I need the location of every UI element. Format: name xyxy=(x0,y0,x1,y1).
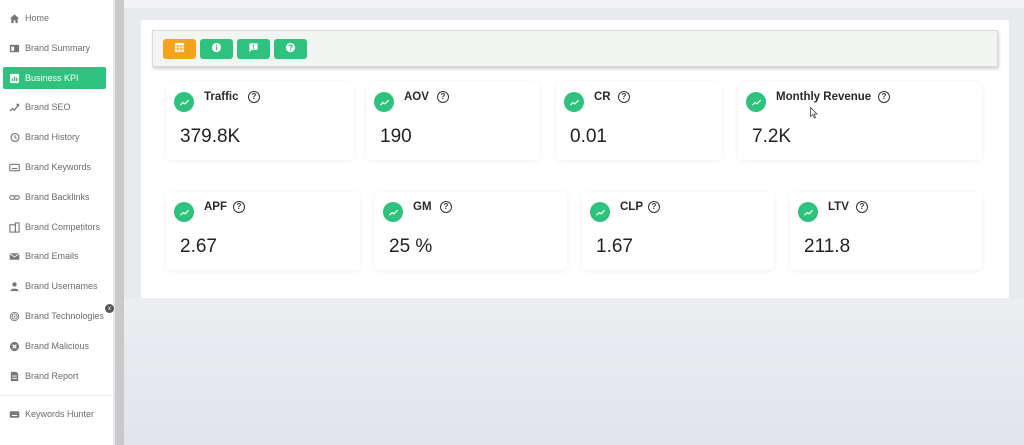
sidebar-item-label: Brand Backlinks xyxy=(25,192,90,202)
sidebar-item-label: Brand Competitors xyxy=(25,222,101,232)
help-icon[interactable]: ? xyxy=(856,201,868,213)
kpi-value: 2.67 xyxy=(180,236,217,257)
summary-icon xyxy=(9,43,20,54)
keyboard-icon xyxy=(9,162,20,173)
kpi-card-apf: APF ? 2.67 xyxy=(166,192,360,270)
grid-icon xyxy=(174,40,185,58)
kpi-value: 0.01 xyxy=(570,126,607,147)
fingerprint-icon xyxy=(9,311,20,322)
trend-up-icon xyxy=(174,202,194,222)
help-icon[interactable]: ? xyxy=(618,91,630,103)
seo-icon xyxy=(9,102,20,113)
kpi-value: 7.2K xyxy=(752,126,792,147)
competitors-icon xyxy=(9,221,20,233)
info-button[interactable] xyxy=(200,39,233,59)
help-icon[interactable]: ? xyxy=(648,201,660,213)
sidebar-item-brand-summary[interactable]: Brand Summary xyxy=(3,37,106,59)
kpi-value: 190 xyxy=(380,126,412,147)
close-circle-icon xyxy=(9,341,20,352)
home-icon xyxy=(9,13,20,24)
sidebar-item-label: Brand Malicious xyxy=(25,341,90,351)
top-strip xyxy=(124,0,1024,8)
kpi-label: APF xyxy=(204,201,227,213)
kpi-card-ltv: LTV ? 211.8 xyxy=(790,192,982,270)
kpi-value: 1.67 xyxy=(596,236,633,257)
trend-up-icon xyxy=(174,92,194,112)
history-icon xyxy=(9,132,20,143)
kpi-card-traffic: Traffic ? 379.8K xyxy=(166,82,354,160)
trend-up-icon xyxy=(590,202,610,222)
kpi-label: AOV xyxy=(404,91,429,103)
sidebar-divider xyxy=(0,395,113,396)
sidebar-item-label: Brand History xyxy=(25,132,80,142)
sidebar-item-brand-usernames[interactable]: Brand Usernames xyxy=(3,275,106,297)
sidebar-scrollbar[interactable] xyxy=(115,0,124,445)
grid-view-button[interactable] xyxy=(163,39,196,59)
sidebar-item-label: Brand Report xyxy=(25,371,79,381)
sidebar-item-home[interactable]: Home xyxy=(3,7,106,29)
sidebar-item-brand-report[interactable]: Brand Report xyxy=(3,365,106,387)
toolbar xyxy=(152,30,998,67)
help-icon[interactable]: ? xyxy=(248,91,260,103)
kpi-label: Monthly Revenue xyxy=(776,91,872,103)
trend-up-icon xyxy=(798,202,818,222)
sidebar-item-label: Brand Usernames xyxy=(25,281,98,291)
help-icon xyxy=(285,40,296,58)
kpi-card-cr: CR ? 0.01 xyxy=(556,82,722,160)
kpi-label: Traffic xyxy=(204,91,239,103)
kpi-label: LTV xyxy=(828,201,849,213)
sidebar-item-label: Business KPI xyxy=(25,73,79,83)
kpi-label: CLP xyxy=(620,201,643,213)
trend-up-icon xyxy=(374,92,394,112)
notification-badge[interactable]: x xyxy=(105,304,114,313)
sidebar-item-label: Home xyxy=(25,13,50,23)
sidebar-item-brand-emails[interactable]: Brand Emails xyxy=(3,245,106,267)
kpi-card-gm: GM ? 25 % xyxy=(375,192,567,270)
help-icon[interactable]: ? xyxy=(437,91,449,103)
help-icon[interactable]: ? xyxy=(440,201,452,213)
sidebar-item-brand-keywords[interactable]: Brand Keywords xyxy=(3,156,106,178)
kpi-value: 379.8K xyxy=(180,126,241,147)
kpi-card-aov: AOV ? 190 xyxy=(366,82,540,160)
kpi-card-monthly-revenue: Monthly Revenue ? 7.2K xyxy=(738,82,982,160)
sidebar-item-keywords-hunter[interactable]: Keywords Hunter xyxy=(3,403,106,425)
kpi-card-clp: CLP ? 1.67 xyxy=(582,192,774,270)
cursor-icon xyxy=(810,107,818,119)
user-icon xyxy=(9,281,20,292)
sidebar: Home Brand Summary Business KPI Brand SE… xyxy=(0,0,114,445)
help-icon[interactable]: ? xyxy=(878,91,890,103)
sidebar-item-brand-malicious[interactable]: Brand Malicious xyxy=(3,335,106,357)
keyboard-icon xyxy=(9,409,20,420)
sidebar-item-label: Keywords Hunter xyxy=(25,409,95,419)
help-button[interactable] xyxy=(274,39,307,59)
sidebar-item-label: Brand SEO xyxy=(25,102,71,112)
sidebar-item-label: Brand Summary xyxy=(25,43,91,53)
help-icon[interactable]: ? xyxy=(233,201,245,213)
feedback-button[interactable] xyxy=(237,39,270,59)
flag-icon xyxy=(248,40,259,58)
chart-icon xyxy=(9,73,20,84)
sidebar-item-business-kpi[interactable]: Business KPI xyxy=(3,67,106,89)
sidebar-item-brand-history[interactable]: Brand History xyxy=(3,126,106,148)
trend-up-icon xyxy=(746,92,766,112)
sidebar-item-label: Brand Emails xyxy=(25,251,79,261)
info-icon xyxy=(211,40,222,58)
sidebar-item-brand-competitors[interactable]: Brand Competitors xyxy=(3,216,106,238)
sidebar-item-label: Brand Keywords xyxy=(25,162,92,172)
kpi-label: GM xyxy=(413,201,432,213)
sidebar-item-label: Brand Technologies xyxy=(25,311,104,321)
kpi-value: 25 % xyxy=(389,236,433,257)
kpi-label: CR xyxy=(594,91,611,103)
kpi-value: 211.8 xyxy=(804,236,851,257)
trend-up-icon xyxy=(383,202,403,222)
link-icon xyxy=(9,192,20,203)
page-background xyxy=(124,298,1024,445)
sidebar-item-brand-seo[interactable]: Brand SEO xyxy=(3,96,106,118)
report-icon xyxy=(9,371,20,382)
trend-up-icon xyxy=(564,92,584,112)
mail-icon xyxy=(9,251,20,262)
sidebar-item-brand-backlinks[interactable]: Brand Backlinks xyxy=(3,186,106,208)
sidebar-item-brand-technologies[interactable]: Brand Technologies xyxy=(3,305,106,327)
